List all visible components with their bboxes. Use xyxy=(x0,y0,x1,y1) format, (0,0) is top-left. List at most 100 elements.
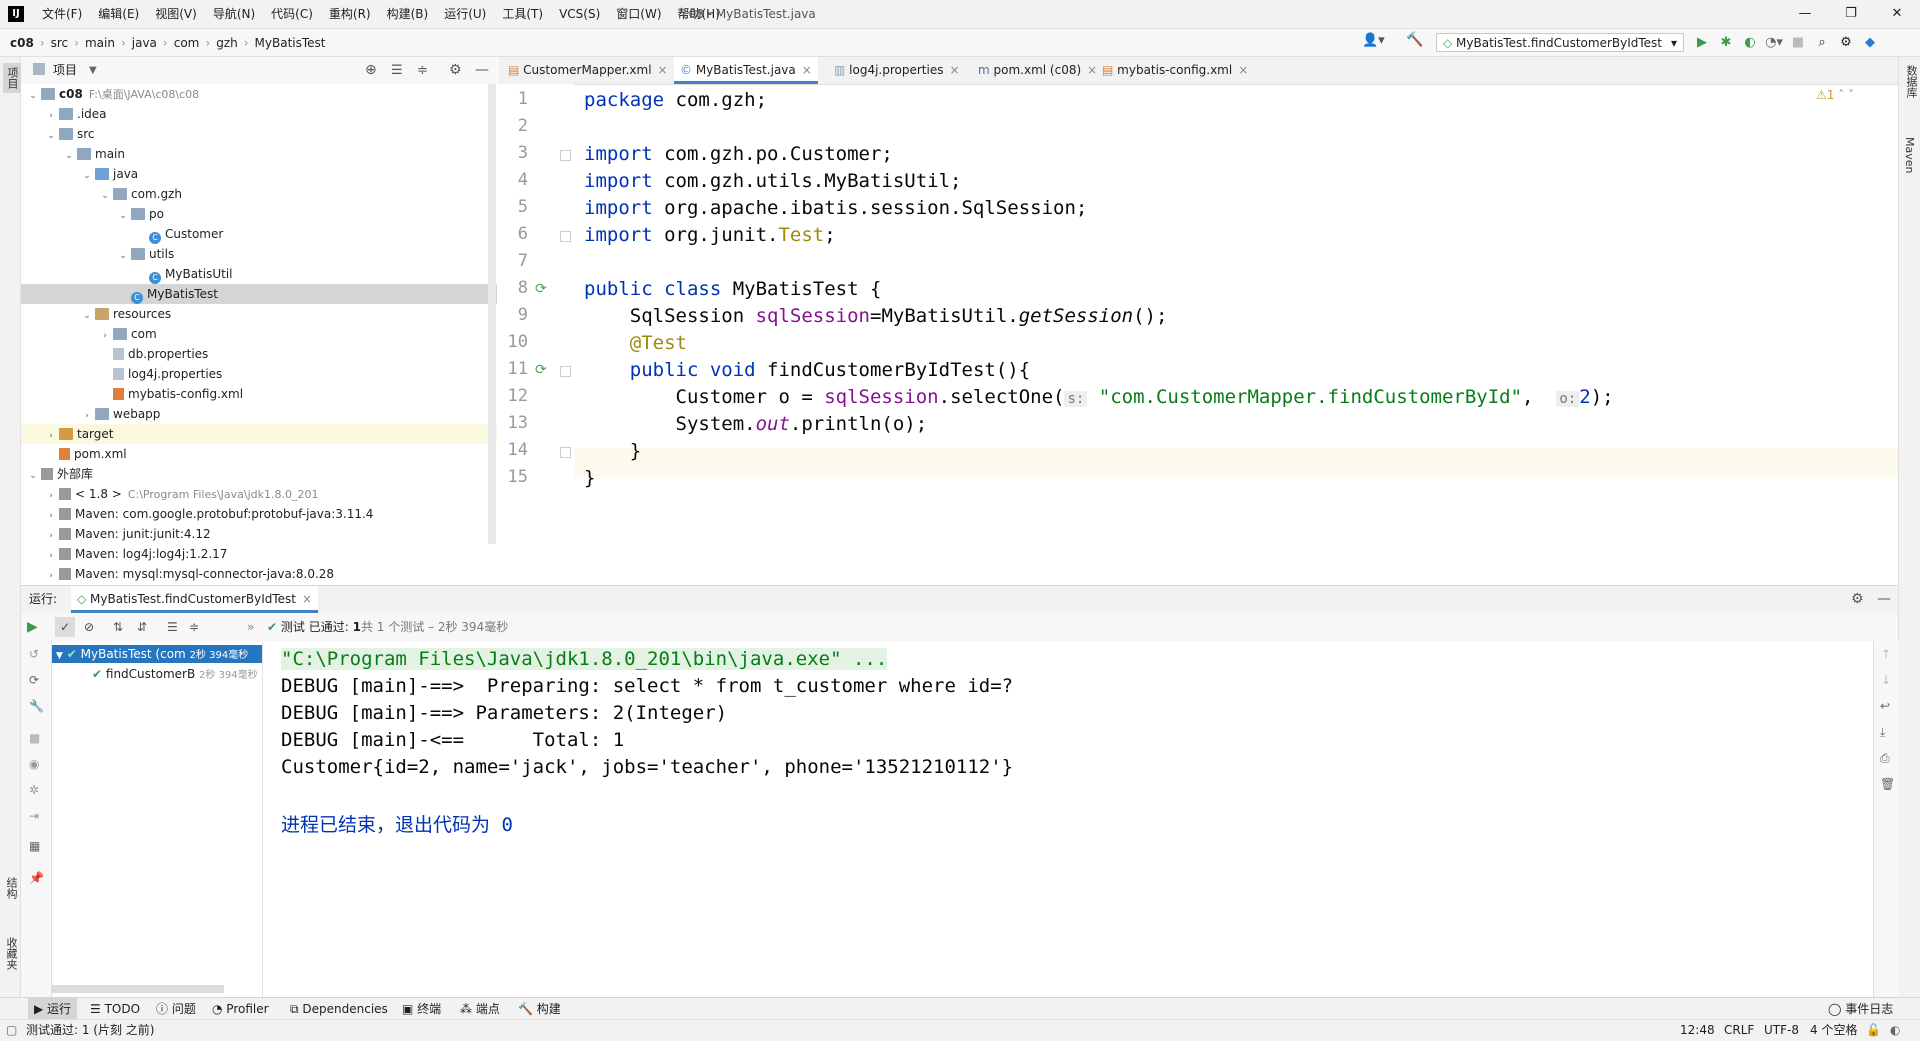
tool-tab-build[interactable]: 🔨 构建 xyxy=(518,998,561,1020)
up-arrow-icon[interactable]: ↑ xyxy=(1881,647,1891,661)
chevron-right-icon[interactable]: › xyxy=(45,526,57,546)
more-icon[interactable]: » xyxy=(247,613,254,641)
editor-tab[interactable]: © MyBatisTest.java × xyxy=(674,57,818,84)
search-icon[interactable]: ⌕ xyxy=(1810,33,1834,52)
close-icon[interactable]: ✕ xyxy=(1874,0,1920,28)
tree-item[interactable]: C MyBatisUtil xyxy=(21,264,497,284)
close-tab-icon[interactable]: × xyxy=(658,63,668,77)
structure-tool-button[interactable]: 结构 xyxy=(3,877,19,899)
soft-wrap-icon[interactable]: ↩ xyxy=(1880,699,1890,713)
coverage-icon[interactable]: ◐ xyxy=(1738,33,1762,52)
minimize-icon[interactable]: — xyxy=(1782,0,1828,28)
tree-item[interactable]: › < 1.8 > C:\Program Files\Java\jdk1.8.0_2… xyxy=(21,484,497,504)
status-message[interactable]: 测试通过: 1 (片刻 之前) xyxy=(26,1020,155,1041)
indent-setting[interactable]: 4 个空格 xyxy=(1810,1020,1857,1041)
project-view-title[interactable]: 项目 xyxy=(53,57,77,84)
close-tab-icon[interactable]: × xyxy=(802,63,812,77)
trash-icon[interactable]: 🗑 xyxy=(1880,777,1895,791)
chevron-down-icon[interactable]: ⌄ xyxy=(27,86,39,106)
chevron-right-icon[interactable]: › xyxy=(45,426,57,446)
menu-item[interactable]: 编辑(E) xyxy=(90,0,147,28)
chevron-right-icon[interactable]: › xyxy=(81,406,93,426)
fold-marker-icon[interactable] xyxy=(560,150,571,161)
tree-item[interactable]: ⌄ src xyxy=(21,124,497,144)
menu-item[interactable]: 窗口(W) xyxy=(608,0,669,28)
chevron-right-icon[interactable]: › xyxy=(45,506,57,526)
menu-item[interactable]: VCS(S) xyxy=(551,0,608,28)
chevron-right-icon[interactable]: › xyxy=(99,326,111,346)
close-icon[interactable]: × xyxy=(302,592,312,606)
tree-item[interactable]: ⌄ java xyxy=(21,164,497,184)
editor-tab[interactable]: m pom.xml (c08) × xyxy=(972,57,1103,84)
chevron-down-icon[interactable]: ⌄ xyxy=(27,466,39,486)
tree-item[interactable]: mybatis-config.xml xyxy=(21,384,497,404)
editor-tab[interactable]: ▥ log4j.properties × xyxy=(828,57,966,84)
history-icon[interactable]: ↺ xyxy=(29,647,39,661)
bug-icon[interactable]: ✲ xyxy=(29,783,39,797)
wrench-icon[interactable]: 🔧 xyxy=(29,699,44,713)
maximize-icon[interactable]: ❐ xyxy=(1828,0,1874,28)
status-panel-icon[interactable]: ▢ xyxy=(6,1020,17,1041)
run-icon[interactable]: ▶ xyxy=(1690,33,1714,52)
tree-item[interactable]: ⌄ utils xyxy=(21,244,497,264)
line-separator[interactable]: CRLF xyxy=(1724,1020,1754,1041)
debug-icon[interactable]: ✱ xyxy=(1714,33,1738,52)
tree-item[interactable]: › Maven: log4j:log4j:1.2.17 xyxy=(21,544,497,564)
test-tree-scrollbar[interactable] xyxy=(52,985,224,993)
tool-tab-run[interactable]: ▶ 运行 xyxy=(28,998,78,1020)
chevron-down-icon[interactable]: ⌄ xyxy=(81,306,93,326)
menu-item[interactable]: 代码(C) xyxy=(263,0,321,28)
sort-duration-icon[interactable]: ⇵ xyxy=(137,613,147,641)
tool-tab-endpoints[interactable]: ⁂ 端点 xyxy=(460,998,500,1020)
tool-tab-problems[interactable]: ⓘ 问题 xyxy=(156,998,196,1020)
menu-item[interactable]: 文件(F) xyxy=(34,0,90,28)
editor-tab[interactable]: ▤ CustomerMapper.xml × xyxy=(502,57,674,84)
menu-item[interactable]: 导航(N) xyxy=(205,0,263,28)
editor-tab[interactable]: ▤ mybatis-config.xml × xyxy=(1096,57,1254,84)
fold-marker-icon[interactable] xyxy=(560,366,571,377)
sort-alpha-icon[interactable]: ⇅ xyxy=(113,613,123,641)
chevron-down-icon[interactable]: ˅ xyxy=(1844,88,1854,102)
code-editor[interactable]: package com.gzh; import com.gzh.po.Custo… xyxy=(574,84,1874,584)
tree-item[interactable]: C MyBatisTest xyxy=(21,284,497,304)
breadcrumb-item[interactable]: MyBatisTest xyxy=(255,36,326,50)
favorites-tool-button[interactable]: 收藏夹 xyxy=(3,937,19,970)
chevron-down-icon[interactable]: ⌄ xyxy=(81,166,93,186)
intellij-logo-icon[interactable]: IJ xyxy=(8,6,24,22)
tree-item[interactable]: › target xyxy=(21,424,497,444)
tree-item[interactable]: › .idea xyxy=(21,104,497,124)
collapse-all-icon[interactable]: ≑ xyxy=(189,613,199,641)
tree-item[interactable]: ⌄ resources xyxy=(21,304,497,324)
event-log-button[interactable]: ◯ 事件日志 xyxy=(1828,998,1893,1020)
camera-icon[interactable]: ◉ xyxy=(29,757,39,771)
tree-item[interactable]: pom.xml xyxy=(21,444,497,464)
tree-item[interactable]: › webapp xyxy=(21,404,497,424)
settings-gear-icon[interactable]: ⚙ xyxy=(1851,586,1864,613)
toggle-auto-test-icon[interactable]: ⟳ xyxy=(29,673,39,687)
tool-tab-terminal[interactable]: ▣ 终端 xyxy=(402,998,441,1020)
editor-inspection-widget[interactable]: ⚠1 ˄ ˅ xyxy=(1816,88,1854,102)
run-tab[interactable]: ◇ MyBatisTest.findCustomerByIdTest × xyxy=(71,586,319,613)
stop-icon[interactable]: ■ xyxy=(29,731,40,745)
menu-item[interactable]: 工具(T) xyxy=(494,0,551,28)
tree-item[interactable]: log4j.properties xyxy=(21,364,497,384)
breadcrumb-item[interactable]: src xyxy=(51,36,69,50)
settings-gear-icon[interactable]: ⚙ xyxy=(1834,33,1858,52)
test-method-row[interactable]: ✔ findCustomerB 2秒 394毫秒 xyxy=(52,665,262,683)
menu-item[interactable]: 运行(U) xyxy=(436,0,494,28)
chevron-up-icon[interactable]: ˄ xyxy=(1834,88,1844,102)
user-icon[interactable]: 👤▾ xyxy=(1362,33,1385,48)
jetbrains-icon[interactable]: ◆ xyxy=(1858,33,1882,52)
test-suite-row[interactable]: ▼ ✔ MyBatisTest (com 2秒 394毫秒 xyxy=(52,645,262,663)
show-passed-icon[interactable]: ✓ xyxy=(55,617,75,637)
run-test-gutter-icon[interactable]: ⟳ xyxy=(535,281,551,297)
tree-item[interactable]: ⌄ 外部库 xyxy=(21,464,497,484)
chevron-down-icon[interactable]: ▼ xyxy=(89,57,97,84)
run-config-selector[interactable]: ◇ MyBatisTest.findCustomerByIdTest ▾ xyxy=(1436,33,1684,52)
console-output[interactable]: "C:\Program Files\Java\jdk1.8.0_201\bin\… xyxy=(263,641,1873,997)
menu-item[interactable]: 视图(V) xyxy=(147,0,205,28)
tree-item[interactable]: ⌄ com.gzh xyxy=(21,184,497,204)
settings-gear-icon[interactable]: ⚙ xyxy=(449,57,462,84)
build-hammer-icon[interactable]: 🔨 xyxy=(1406,32,1423,48)
tree-item[interactable]: db.properties xyxy=(21,344,497,364)
